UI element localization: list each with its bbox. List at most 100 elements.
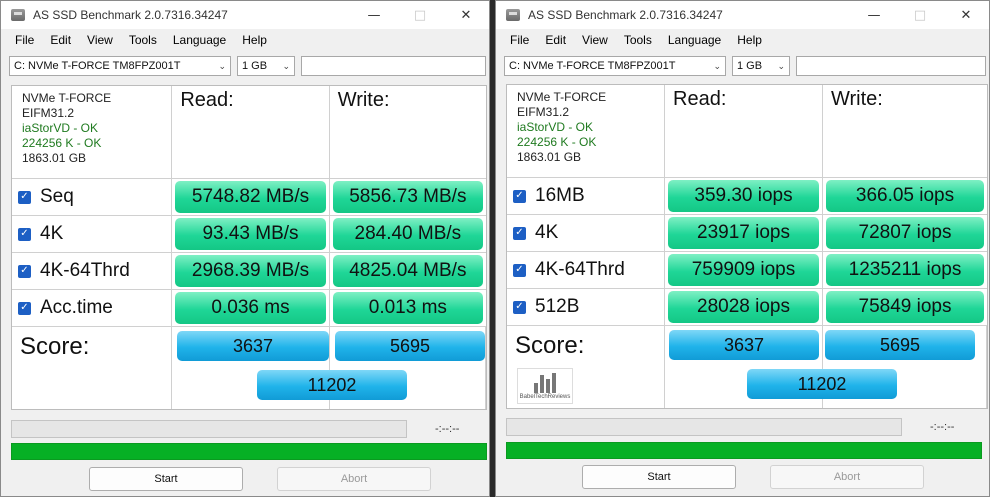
menu-file[interactable]: File	[7, 33, 42, 47]
read-result: 2968.39 MB/s	[175, 255, 326, 287]
read-result: 28028 iops	[668, 291, 819, 323]
test-checkbox[interactable]: ✓	[513, 226, 526, 240]
chevron-down-icon: ⌄	[777, 60, 785, 71]
test-label: 4K	[40, 223, 64, 244]
drive-app-icon	[506, 9, 520, 21]
score-write: 5695	[825, 330, 975, 360]
device-select-value: C: NVMe T-FORCE TM8FPZ001T	[509, 60, 676, 72]
device-select[interactable]: C: NVMe T-FORCE TM8FPZ001T ⌄	[9, 56, 231, 76]
alignment-status: 224256 K - OK	[517, 135, 597, 149]
menu-view[interactable]: View	[574, 33, 616, 47]
status-field[interactable]	[796, 56, 986, 76]
menu-file[interactable]: File	[502, 33, 537, 47]
test-label: Seq	[40, 186, 74, 207]
driver-status: iaStorVD - OK	[517, 120, 594, 134]
device-select-value: C: NVMe T-FORCE TM8FPZ001T	[14, 60, 181, 72]
read-result: 5748.82 MB/s	[175, 181, 326, 213]
menu-tools[interactable]: Tools	[616, 33, 660, 47]
title-bar: AS SSD Benchmark 2.0.7316.34247 — □ ✕	[496, 1, 989, 29]
test-checkbox[interactable]: ✓	[18, 190, 31, 204]
test-checkbox[interactable]: ✓	[18, 301, 31, 315]
test-checkbox[interactable]: ✓	[513, 189, 526, 203]
drive-name: NVMe T-FORCE	[22, 91, 112, 105]
write-result: 75849 iops	[826, 291, 984, 323]
drive-name: NVMe T-FORCE	[517, 90, 607, 104]
score-row: Score: 3637 5695 11202	[12, 327, 487, 409]
score-label: Score:	[515, 332, 585, 359]
test-label: 4K-64Thrd	[40, 260, 130, 281]
close-icon[interactable]: ✕	[443, 1, 489, 29]
menu-language[interactable]: Language	[660, 33, 729, 47]
status-field[interactable]	[301, 56, 486, 76]
score-total: 11202	[747, 369, 897, 399]
drive-info: NVMe T-FORCE EIFM31.2 iaStorVD - OK 2242…	[12, 86, 173, 178]
logo-text: BabelTechReviews	[519, 394, 571, 400]
window-title: AS SSD Benchmark 2.0.7316.34247	[33, 8, 228, 22]
read-result: 23917 iops	[668, 217, 819, 249]
progress-track	[11, 420, 407, 438]
test-row: ✓ 4K 93.43 MB/s 284.40 MB/s	[12, 216, 486, 253]
score-total: 11202	[257, 370, 407, 400]
read-result: 359.30 iops	[668, 180, 819, 212]
size-select-value: 1 GB	[737, 60, 763, 72]
results-grid: NVMe T-FORCE EIFM31.2 iaStorVD - OK 2242…	[11, 85, 487, 410]
test-row: ✓ 16MB 359.30 iops 366.05 iops	[507, 178, 987, 215]
menu-help[interactable]: Help	[729, 33, 770, 47]
close-icon[interactable]: ✕	[943, 1, 989, 29]
driver-status: iaStorVD - OK	[22, 121, 99, 135]
drive-firmware: EIFM31.2	[517, 105, 570, 119]
menu-bar: File Edit View Tools Language Help	[1, 29, 489, 51]
abort-button: Abort	[770, 465, 924, 489]
chevron-down-icon: ⌄	[282, 60, 290, 71]
minimize-icon[interactable]: —	[851, 1, 897, 29]
test-row: ✓ 4K-64Thrd 2968.39 MB/s 4825.04 MB/s	[12, 253, 486, 290]
abort-button: Abort	[277, 467, 431, 491]
write-result: 284.40 MB/s	[332, 218, 484, 250]
menu-edit[interactable]: Edit	[537, 33, 574, 47]
score-read: 3637	[177, 331, 329, 361]
score-read: 3637	[669, 330, 819, 360]
test-checkbox[interactable]: ✓	[513, 300, 526, 314]
size-select-value: 1 GB	[242, 60, 268, 72]
test-label: Acc.time	[40, 297, 113, 318]
size-select[interactable]: 1 GB ⌄	[237, 56, 295, 76]
time-display: -:--:--	[930, 421, 955, 433]
read-result: 759909 iops	[668, 254, 819, 286]
drive-app-icon	[11, 9, 25, 21]
score-row: Score: BabelTechReviews 3637 5695 11202	[507, 326, 987, 408]
start-button[interactable]: Start	[582, 465, 736, 489]
menu-edit[interactable]: Edit	[42, 33, 79, 47]
chevron-down-icon: ⌄	[218, 60, 226, 71]
read-result: 93.43 MB/s	[175, 218, 326, 250]
test-row: ✓ 512B 28028 iops 75849 iops	[507, 289, 987, 326]
menu-tools[interactable]: Tools	[121, 33, 165, 47]
test-label: 4K	[535, 222, 559, 243]
write-result: 5856.73 MB/s	[332, 181, 484, 213]
drive-info: NVMe T-FORCE EIFM31.2 iaStorVD - OK 2242…	[507, 85, 665, 177]
maximize-icon: □	[913, 7, 927, 23]
size-select[interactable]: 1 GB ⌄	[732, 56, 790, 76]
write-header: Write:	[831, 88, 883, 110]
minimize-icon[interactable]: —	[351, 1, 397, 29]
window-title: AS SSD Benchmark 2.0.7316.34247	[528, 8, 723, 22]
alignment-status: 224256 K - OK	[22, 136, 102, 150]
test-checkbox[interactable]: ✓	[18, 264, 31, 278]
title-bar: AS SSD Benchmark 2.0.7316.34247 — □ ✕	[1, 1, 489, 29]
test-checkbox[interactable]: ✓	[513, 263, 526, 277]
read-header: Read:	[673, 88, 727, 110]
write-result: 4825.04 MB/s	[332, 255, 484, 287]
time-display: -:--:--	[435, 423, 460, 435]
menu-view[interactable]: View	[79, 33, 121, 47]
menu-language[interactable]: Language	[165, 33, 234, 47]
write-result: 366.05 iops	[826, 180, 984, 212]
drive-capacity: 1863.01 GB	[517, 150, 582, 164]
chevron-down-icon: ⌄	[713, 60, 721, 71]
menu-help[interactable]: Help	[234, 33, 275, 47]
benchmark-window-iops: AS SSD Benchmark 2.0.7316.34247 — □ ✕ Fi…	[495, 0, 990, 497]
start-button[interactable]: Start	[89, 467, 243, 491]
device-select[interactable]: C: NVMe T-FORCE TM8FPZ001T ⌄	[504, 56, 726, 76]
test-checkbox[interactable]: ✓	[18, 227, 31, 241]
watermark-logo: BabelTechReviews	[517, 368, 573, 404]
test-label: 4K-64Thrd	[535, 259, 625, 280]
test-row: ✓ 4K-64Thrd 759909 iops 1235211 iops	[507, 252, 987, 289]
